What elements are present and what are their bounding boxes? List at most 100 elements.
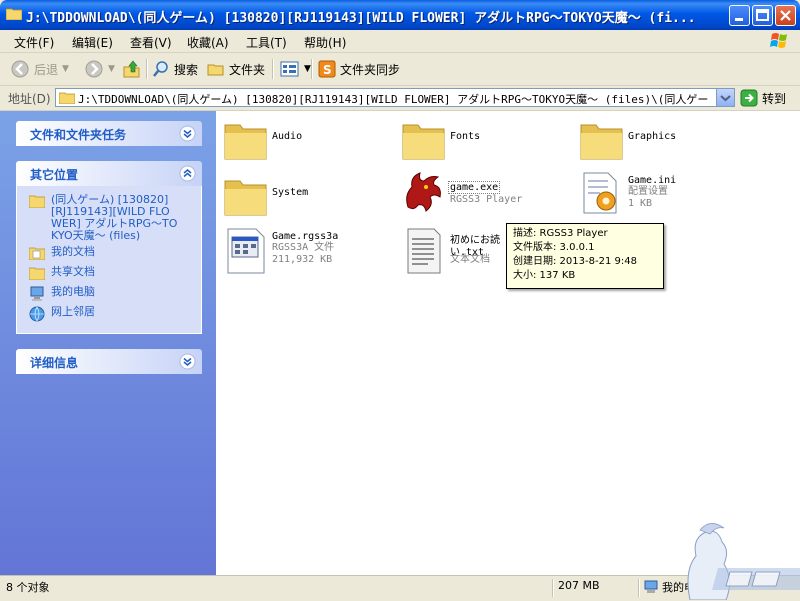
search-button[interactable]: 搜索 bbox=[152, 58, 198, 80]
computer-icon bbox=[644, 580, 658, 593]
close-button[interactable] bbox=[775, 5, 796, 26]
up-folder-icon bbox=[123, 60, 140, 78]
object-count: 8 个对象 bbox=[6, 581, 50, 594]
back-button[interactable]: 后退 ▼ bbox=[10, 58, 69, 80]
file-name: Game.ini bbox=[628, 175, 677, 186]
task-pane: 文件和文件夹任务 其它位置 (同人ゲーム) [130820][RJ119143]… bbox=[0, 111, 216, 575]
folders-button[interactable]: 文件夹 bbox=[207, 58, 265, 80]
file-type: 文本文档 bbox=[450, 254, 490, 265]
folder-sync-button[interactable]: S 文件夹同步 bbox=[318, 58, 400, 80]
watermark-logo bbox=[687, 523, 800, 600]
place-shared-documents[interactable]: 共享文档 bbox=[29, 266, 95, 280]
menu-edit[interactable]: 编辑(E) bbox=[72, 33, 113, 52]
menu-file[interactable]: 文件(F) bbox=[14, 33, 54, 52]
search-icon bbox=[153, 61, 168, 77]
menu-help[interactable]: 帮助(H) bbox=[304, 33, 346, 52]
tooltip-version: 文件版本: 3.0.0.1 bbox=[513, 242, 595, 253]
menu-view[interactable]: 查看(V) bbox=[130, 33, 172, 52]
file-tasks-title: 文件和文件夹任务 bbox=[30, 128, 127, 142]
sync-icon: S bbox=[318, 60, 336, 78]
file-size: 211,932 KB bbox=[272, 254, 333, 265]
forward-dropdown-icon[interactable]: ▼ bbox=[108, 64, 115, 74]
address-label: 地址(D) bbox=[8, 92, 51, 106]
maximize-icon bbox=[756, 9, 769, 21]
expand-chevron-icon[interactable] bbox=[179, 353, 196, 370]
place-label: 我的电脑 bbox=[51, 285, 95, 298]
status-size: 207 MB bbox=[558, 579, 600, 592]
folder-icon bbox=[6, 8, 22, 20]
minimize-button[interactable] bbox=[729, 5, 750, 26]
file-name: Fonts bbox=[450, 131, 481, 142]
tooltip-size: 大小: 137 KB bbox=[513, 270, 576, 281]
window-title: J:\TDDOWNLOAD\(同人ゲーム) [130820][RJ119143]… bbox=[26, 11, 696, 26]
my-documents-icon bbox=[29, 247, 45, 260]
go-label: 转到 bbox=[762, 91, 787, 106]
back-label: 后退 bbox=[34, 62, 59, 77]
settings-file-icon bbox=[583, 172, 617, 214]
address-dropdown-button[interactable] bbox=[716, 89, 734, 106]
address-input[interactable]: J:\TDDOWNLOAD\(同人ゲーム) [130820][RJ119143]… bbox=[55, 88, 735, 107]
views-button[interactable]: ▼ bbox=[280, 58, 311, 80]
folder-icon bbox=[402, 124, 445, 160]
up-folder-button[interactable] bbox=[122, 58, 142, 80]
computer-icon bbox=[30, 286, 44, 301]
file-name: Graphics bbox=[628, 131, 677, 142]
forward-button[interactable]: ▼ bbox=[84, 58, 115, 80]
close-icon bbox=[780, 10, 791, 21]
place-parent-folder[interactable]: (同人ゲーム) [130820][RJ119143][WILD FLOWER] … bbox=[29, 194, 179, 242]
file-info-tooltip: 描述: RGSS3 Player 文件版本: 3.0.0.1 创建日期: 201… bbox=[506, 223, 664, 289]
address-value: J:\TDDOWNLOAD\(同人ゲーム) [130820][RJ119143]… bbox=[78, 93, 708, 106]
collapse-chevron-icon[interactable] bbox=[179, 165, 196, 182]
details-title: 详细信息 bbox=[30, 356, 79, 370]
place-my-computer[interactable]: 我的电脑 bbox=[29, 286, 95, 302]
title-bar[interactable]: J:\TDDOWNLOAD\(同人ゲーム) [130820][RJ119143]… bbox=[0, 0, 800, 30]
file-size: 1 KB bbox=[628, 198, 653, 209]
windows-logo-icon bbox=[770, 33, 787, 48]
other-places-body: (同人ゲーム) [130820][RJ119143][WILD FLOWER] … bbox=[16, 186, 202, 334]
place-network[interactable]: 网上邻居 bbox=[29, 306, 95, 322]
toolbar-separator bbox=[311, 59, 313, 79]
folders-label: 文件夹 bbox=[229, 62, 266, 77]
back-arrow-icon bbox=[11, 60, 29, 78]
place-label: 网上邻居 bbox=[51, 305, 95, 318]
search-label: 搜索 bbox=[174, 62, 199, 77]
place-my-documents[interactable]: 我的文档 bbox=[29, 246, 95, 260]
folders-icon bbox=[207, 64, 224, 76]
menu-tools[interactable]: 工具(T) bbox=[246, 33, 287, 52]
go-button[interactable]: 转到 bbox=[740, 89, 786, 107]
tooltip-created: 创建日期: 2013-8-21 9:48 bbox=[513, 256, 637, 267]
other-places-header[interactable]: 其它位置 bbox=[16, 161, 202, 186]
folder-icon bbox=[29, 195, 45, 208]
place-label: 我的文档 bbox=[51, 245, 95, 258]
back-dropdown-icon[interactable]: ▼ bbox=[62, 64, 69, 74]
views-dropdown-icon[interactable]: ▼ bbox=[304, 64, 311, 74]
file-name: Audio bbox=[272, 131, 303, 142]
dragon-icon bbox=[406, 172, 441, 212]
file-tasks-header[interactable]: 文件和文件夹任务 bbox=[16, 121, 202, 146]
svg-text:S: S bbox=[323, 63, 332, 77]
folder-icon bbox=[580, 124, 623, 160]
minimize-icon bbox=[735, 18, 743, 21]
chevron-down-icon bbox=[720, 95, 731, 102]
toolbar: 后退 ▼ ▼ 搜索 文件夹 ▼ S 文件夹同步 bbox=[0, 53, 800, 86]
file-type: RGSS3A 文件 bbox=[272, 242, 335, 253]
toolbar-separator bbox=[146, 59, 148, 79]
network-icon bbox=[29, 306, 45, 322]
place-label: 共享文档 bbox=[51, 265, 95, 278]
shared-folder-icon bbox=[29, 267, 45, 280]
details-header[interactable]: 详细信息 bbox=[16, 349, 202, 374]
folder-sync-label: 文件夹同步 bbox=[340, 62, 401, 77]
file-name: Game.rgss3a bbox=[272, 231, 339, 242]
file-list: Audio Fonts Graphics System game.exe RGS… bbox=[216, 111, 800, 575]
tooltip-description: 描述: RGSS3 Player bbox=[513, 228, 608, 239]
menu-bar: 文件(F) 编辑(E) 查看(V) 收藏(A) 工具(T) 帮助(H) bbox=[0, 30, 800, 53]
menu-favorites[interactable]: 收藏(A) bbox=[187, 33, 229, 52]
text-file-icon bbox=[407, 228, 441, 274]
expand-chevron-icon[interactable] bbox=[179, 125, 196, 142]
maximize-button[interactable] bbox=[752, 5, 773, 26]
status-separator bbox=[638, 579, 640, 597]
go-arrow-icon bbox=[740, 89, 758, 107]
other-places-title: 其它位置 bbox=[30, 168, 79, 182]
forward-arrow-icon bbox=[85, 60, 103, 78]
file-name: System bbox=[272, 187, 309, 198]
